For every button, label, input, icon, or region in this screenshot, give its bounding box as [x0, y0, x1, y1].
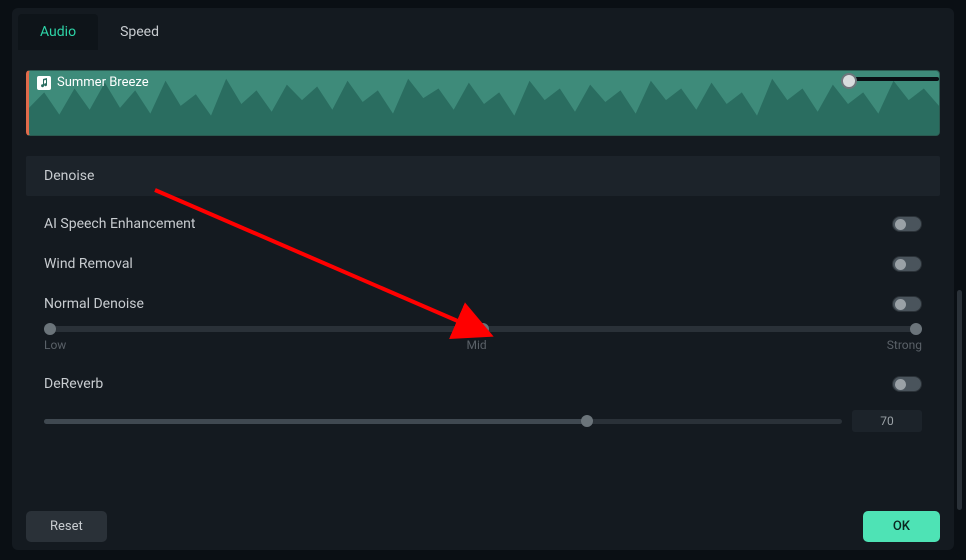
wind-removal-label: Wind Removal [44, 256, 133, 272]
section-denoise-title: Denoise [26, 156, 940, 196]
wind-removal-toggle[interactable] [892, 256, 922, 272]
dereverb-value[interactable]: 70 [852, 410, 922, 432]
dereverb-toggle[interactable] [892, 376, 922, 392]
reset-button[interactable]: Reset [26, 511, 107, 542]
dereverb-label: DeReverb [44, 376, 103, 392]
tabs: Audio Speed [12, 8, 954, 50]
tab-speed[interactable]: Speed [98, 14, 181, 50]
slider-label-mid: Mid [466, 338, 486, 352]
tab-audio[interactable]: Audio [18, 14, 98, 50]
ai-speech-label: AI Speech Enhancement [44, 216, 195, 232]
music-note-icon [37, 76, 51, 90]
slider-label-low: Low [44, 338, 66, 352]
clip-title: Summer Breeze [57, 75, 149, 90]
dereverb-slider[interactable] [44, 419, 842, 424]
normal-denoise-toggle[interactable] [892, 296, 922, 312]
normal-denoise-label: Normal Denoise [44, 296, 144, 312]
ok-button[interactable]: OK [863, 511, 940, 542]
slider-label-strong: Strong [887, 338, 922, 352]
audio-clip[interactable]: Summer Breeze [26, 70, 940, 136]
normal-denoise-slider[interactable] [44, 326, 922, 332]
scrollbar[interactable] [957, 290, 962, 510]
ai-speech-toggle[interactable] [892, 216, 922, 232]
